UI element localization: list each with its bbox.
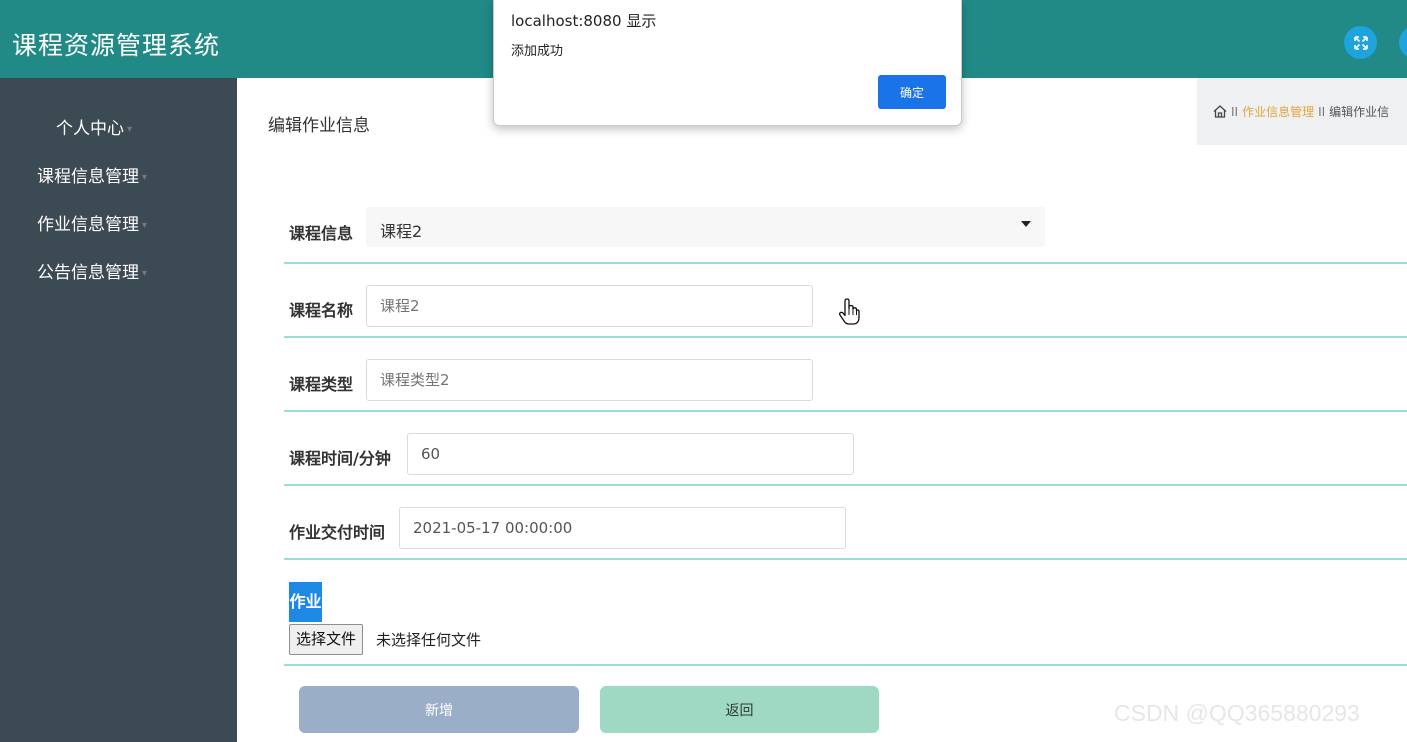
sidebar-item-label: 个人中心 bbox=[56, 119, 124, 139]
sidebar-item-personal-center[interactable]: 个人中心 ▾ bbox=[56, 114, 132, 139]
dialog-message: 添加成功 bbox=[511, 44, 564, 59]
row-divider bbox=[284, 484, 1407, 486]
caret-down-icon bbox=[1021, 221, 1031, 227]
app-title: 课程资源管理系统 bbox=[12, 31, 221, 60]
due-time-label: 作业交付时间 bbox=[289, 523, 386, 542]
sidebar-item-label: 课程信息管理 bbox=[37, 167, 139, 187]
due-time-input[interactable] bbox=[399, 507, 846, 549]
dialog-title: localhost:8080 显示 bbox=[511, 12, 657, 30]
chevron-down-icon: ▾ bbox=[127, 123, 133, 135]
chevron-down-icon: ▾ bbox=[142, 219, 148, 231]
sidebar-item-notice-management[interactable]: 公告信息管理 ▾ bbox=[37, 258, 147, 283]
course-name-label: 课程名称 bbox=[289, 301, 354, 320]
row-divider bbox=[284, 410, 1407, 412]
watermark: CSDN @QQ365880293 bbox=[1114, 700, 1360, 726]
breadcrumb-separator: II bbox=[1231, 105, 1239, 119]
chevron-down-icon: ▾ bbox=[142, 171, 148, 183]
sidebar-item-label: 作业信息管理 bbox=[37, 215, 139, 235]
hand-pointer-icon bbox=[838, 298, 860, 330]
course-info-selected-value: 课程2 bbox=[380, 222, 423, 241]
course-time-label: 课程时间/分钟 bbox=[289, 449, 391, 468]
home-icon[interactable] bbox=[1213, 105, 1227, 118]
breadcrumb-separator: II bbox=[1318, 105, 1326, 119]
row-divider bbox=[284, 664, 1407, 666]
sidebar-item-homework-management[interactable]: 作业信息管理 ▾ bbox=[37, 210, 147, 235]
back-button[interactable]: 返回 bbox=[600, 686, 879, 733]
page-title: 编辑作业信息 bbox=[268, 116, 370, 136]
dialog-ok-button[interactable]: 确定 bbox=[878, 75, 946, 109]
course-time-input[interactable] bbox=[407, 433, 854, 475]
add-button[interactable]: 新增 bbox=[299, 686, 579, 733]
course-type-label: 课程类型 bbox=[289, 375, 354, 394]
course-name-input[interactable] bbox=[366, 285, 813, 327]
sidebar-item-label: 公告信息管理 bbox=[37, 263, 139, 283]
file-status-text: 未选择任何文件 bbox=[376, 631, 482, 649]
row-divider bbox=[284, 336, 1407, 338]
course-info-label: 课程信息 bbox=[289, 224, 354, 243]
homework-label: 作业 bbox=[289, 582, 322, 622]
expand-arrows-icon bbox=[1353, 35, 1368, 50]
avatar[interactable] bbox=[1399, 26, 1407, 59]
sidebar-item-course-management[interactable]: 课程信息管理 ▾ bbox=[37, 162, 147, 187]
fullscreen-icon[interactable] bbox=[1344, 26, 1377, 59]
chevron-down-icon: ▾ bbox=[142, 267, 148, 279]
breadcrumb-link-homework[interactable]: 作业信息管理 bbox=[1242, 105, 1314, 119]
breadcrumb: II 作业信息管理 II 编辑作业信 bbox=[1197, 78, 1407, 145]
row-divider bbox=[284, 558, 1407, 560]
course-type-input[interactable] bbox=[366, 359, 813, 401]
choose-file-button[interactable]: 选择文件 bbox=[289, 624, 364, 655]
alert-dialog: localhost:8080 显示 添加成功 确定 bbox=[493, 0, 962, 126]
row-divider bbox=[284, 262, 1407, 264]
breadcrumb-current: 编辑作业信 bbox=[1329, 105, 1390, 119]
course-info-select[interactable]: 课程2 bbox=[366, 207, 1045, 247]
